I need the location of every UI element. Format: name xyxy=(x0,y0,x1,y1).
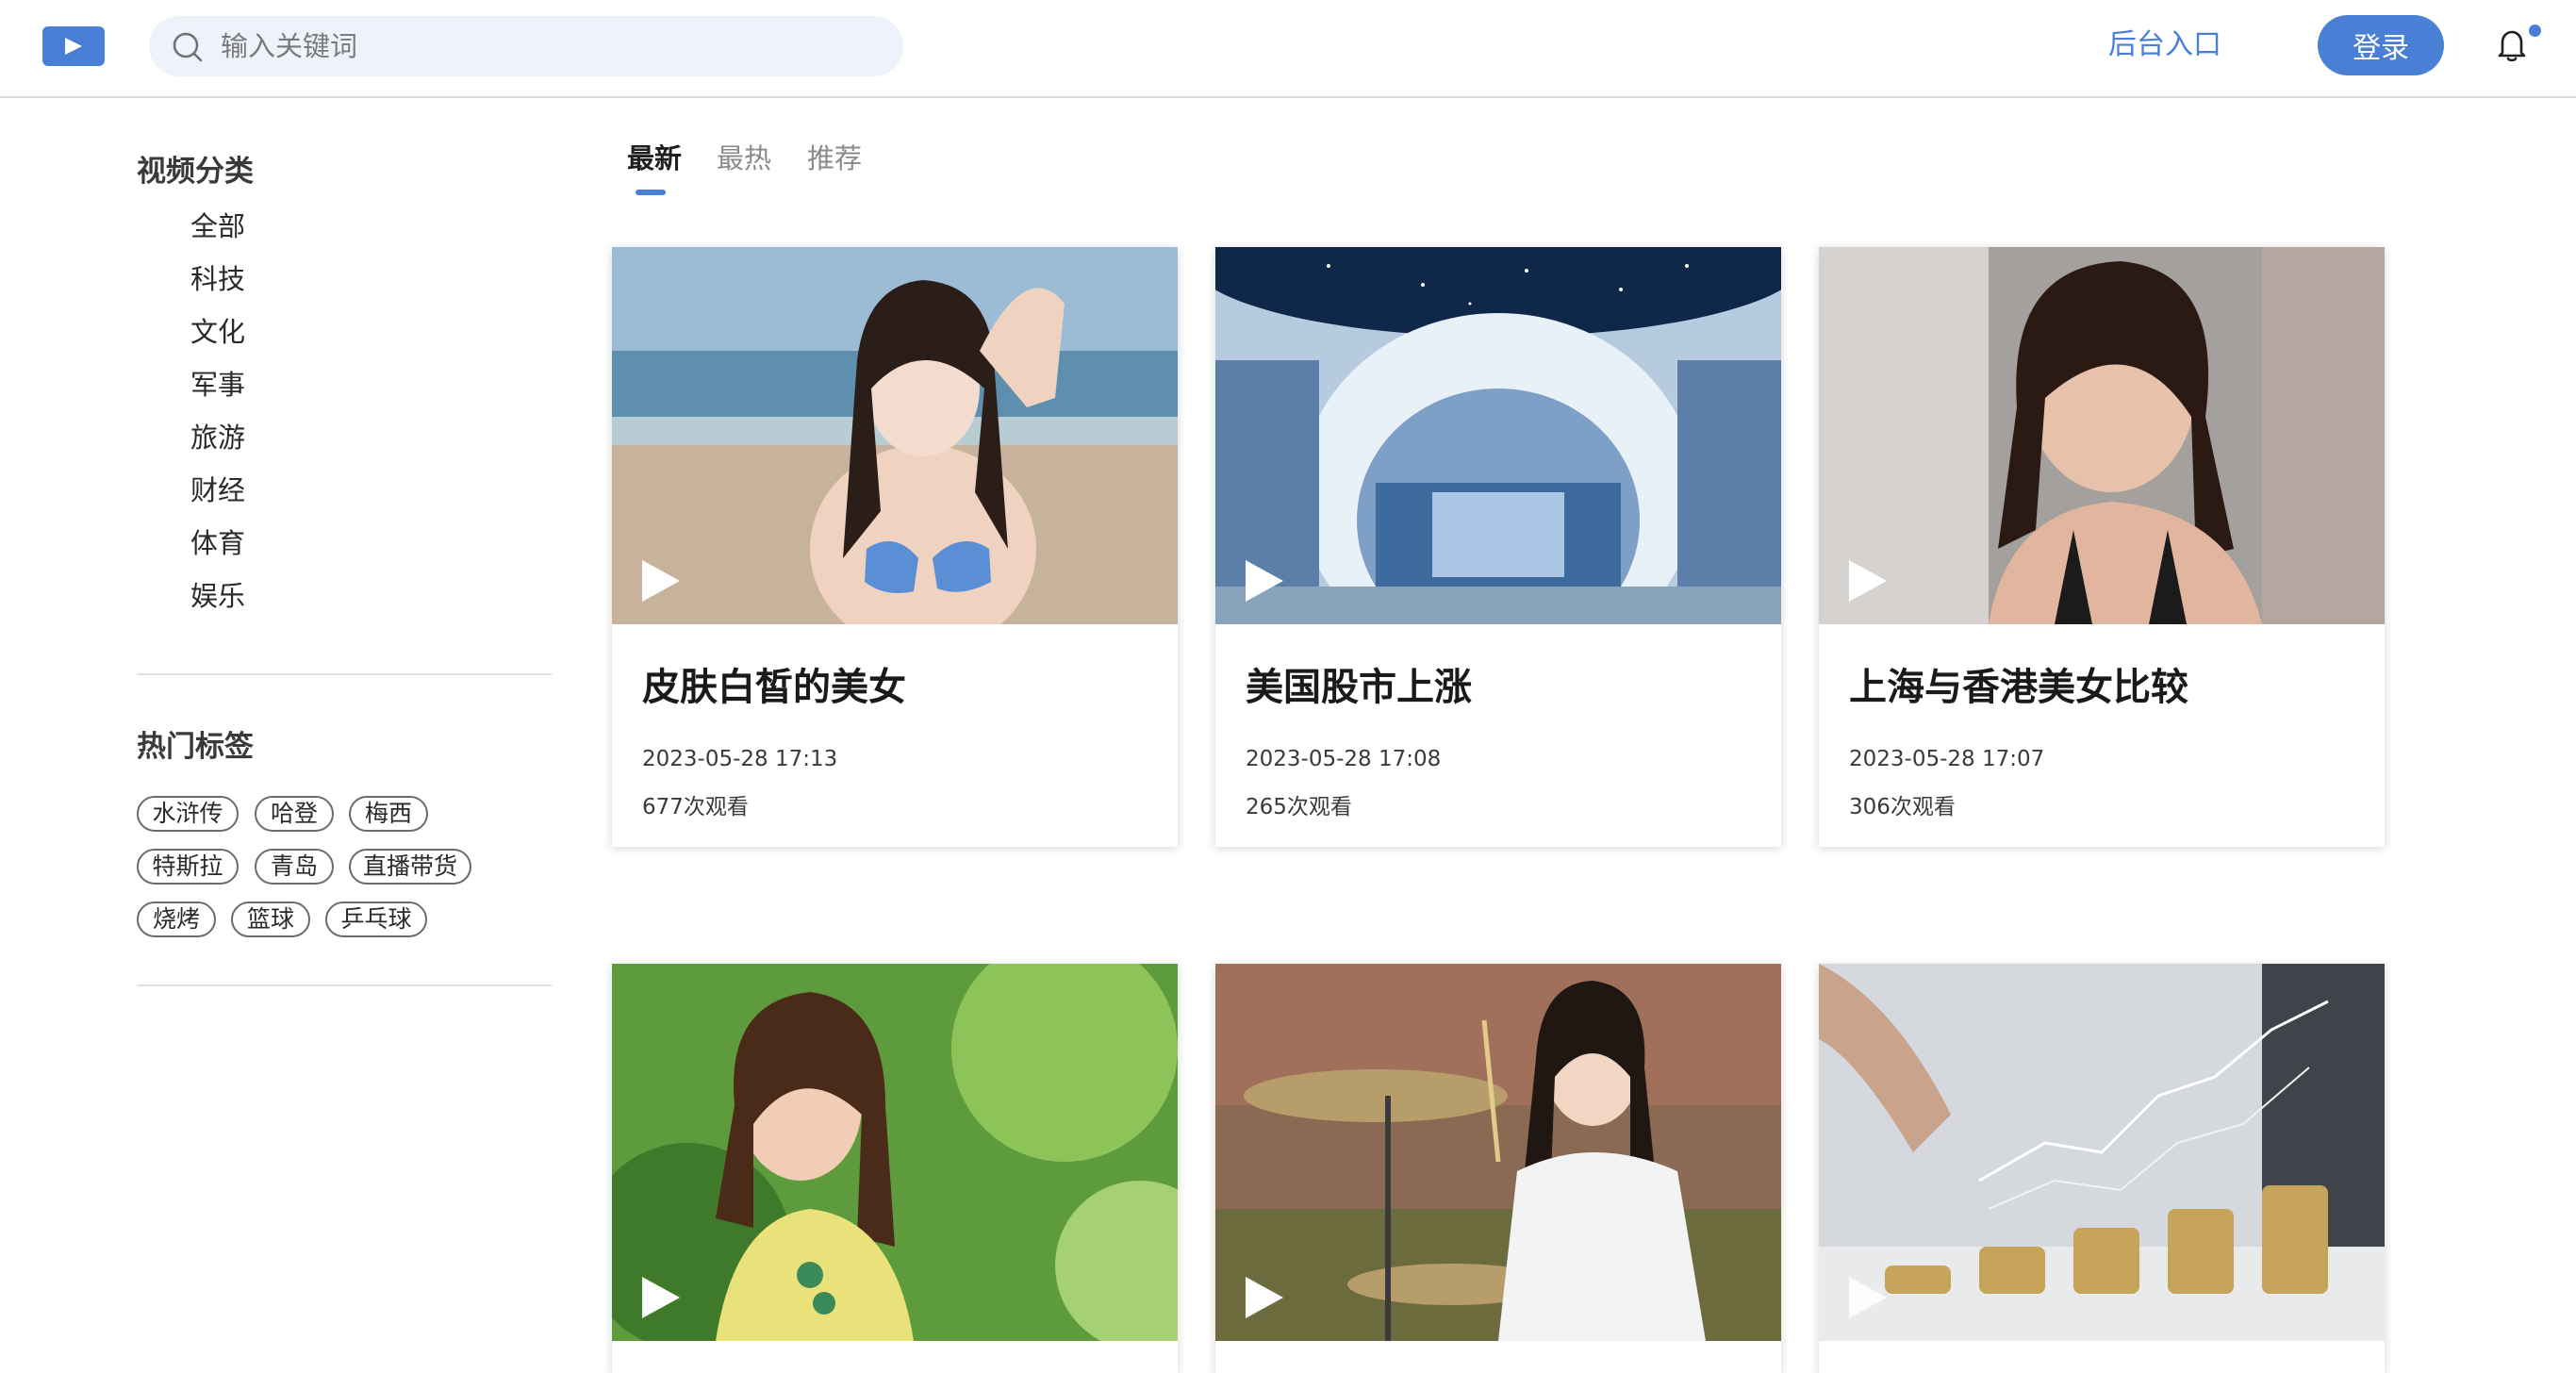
bell-icon[interactable] xyxy=(2493,26,2531,64)
video-card[interactable]: 皮肤白皙的美女 2023-05-28 17:13 677次观看 xyxy=(612,247,1178,847)
category-item-travel[interactable]: 旅游 xyxy=(190,419,245,456)
tag-item[interactable]: 篮球 xyxy=(231,902,310,937)
tag-item[interactable]: 直播带货 xyxy=(349,849,471,885)
play-icon[interactable] xyxy=(1244,1275,1285,1320)
video-card[interactable]: 上海与香港美女比较 2023-05-28 17:07 306次观看 xyxy=(1819,247,2385,847)
video-views: 306次观看 xyxy=(1849,795,1956,819)
notification-dot xyxy=(2529,25,2541,37)
video-date: 2023-05-28 17:07 xyxy=(1849,747,2045,771)
video-card[interactable] xyxy=(1819,964,2385,1373)
video-thumbnail[interactable] xyxy=(612,964,1178,1341)
video-card[interactable] xyxy=(612,964,1178,1373)
video-date: 2023-05-28 17:13 xyxy=(642,747,838,771)
search-icon[interactable] xyxy=(172,31,204,63)
tag-item[interactable]: 水浒传 xyxy=(137,796,239,832)
tag-item[interactable]: 梅西 xyxy=(349,796,428,832)
sidebar-divider xyxy=(137,984,552,986)
video-thumbnail[interactable] xyxy=(1215,964,1781,1341)
video-date: 2023-05-28 17:08 xyxy=(1246,747,1442,771)
search-box[interactable] xyxy=(149,16,903,76)
play-icon[interactable] xyxy=(1847,1275,1889,1320)
tag-item[interactable]: 特斯拉 xyxy=(137,849,239,885)
video-thumbnail[interactable] xyxy=(1819,247,2385,624)
search-input[interactable] xyxy=(221,16,881,76)
video-thumbnail[interactable] xyxy=(1819,964,2385,1341)
top-bar: 后台入口 登录 xyxy=(0,0,2576,98)
video-card[interactable] xyxy=(1215,964,1781,1373)
sidebar-divider xyxy=(137,673,552,675)
video-title[interactable]: 上海与香港美女比较 xyxy=(1849,656,2188,711)
admin-entry-link[interactable]: 后台入口 xyxy=(2108,25,2221,66)
category-item-entertainment[interactable]: 娱乐 xyxy=(190,577,245,615)
tag-item[interactable]: 乒乓球 xyxy=(325,902,427,937)
play-icon[interactable] xyxy=(1244,558,1285,604)
tab-hottest[interactable]: 最热 xyxy=(717,140,771,177)
video-card[interactable]: 美国股市上涨 2023-05-28 17:08 265次观看 xyxy=(1215,247,1781,847)
tab-recommended[interactable]: 推荐 xyxy=(807,140,862,177)
category-item-tech[interactable]: 科技 xyxy=(190,260,245,298)
play-icon[interactable] xyxy=(640,1275,682,1320)
tab-latest[interactable]: 最新 xyxy=(627,140,682,177)
play-icon[interactable] xyxy=(640,558,682,604)
video-title[interactable]: 美国股市上涨 xyxy=(1246,656,1472,711)
category-title: 视频分类 xyxy=(137,155,254,189)
tag-item[interactable]: 青岛 xyxy=(255,849,334,885)
category-item-culture[interactable]: 文化 xyxy=(190,313,245,351)
category-item-military[interactable]: 军事 xyxy=(190,366,245,404)
video-views: 677次观看 xyxy=(642,795,749,819)
category-item-all[interactable]: 全部 xyxy=(190,207,245,245)
video-views: 265次观看 xyxy=(1246,795,1352,819)
login-button[interactable]: 登录 xyxy=(2318,15,2444,75)
hot-tags-title: 热门标签 xyxy=(137,730,254,764)
category-item-sports[interactable]: 体育 xyxy=(190,524,245,562)
play-logo-icon[interactable] xyxy=(42,26,105,66)
tag-item[interactable]: 哈登 xyxy=(255,796,334,832)
play-icon[interactable] xyxy=(1847,558,1889,604)
active-tab-indicator xyxy=(636,190,666,195)
video-thumbnail[interactable] xyxy=(1215,247,1781,624)
video-thumbnail[interactable] xyxy=(612,247,1178,624)
category-item-finance[interactable]: 财经 xyxy=(190,471,245,509)
video-title[interactable]: 皮肤白皙的美女 xyxy=(642,656,906,711)
tag-item[interactable]: 烧烤 xyxy=(137,902,216,937)
